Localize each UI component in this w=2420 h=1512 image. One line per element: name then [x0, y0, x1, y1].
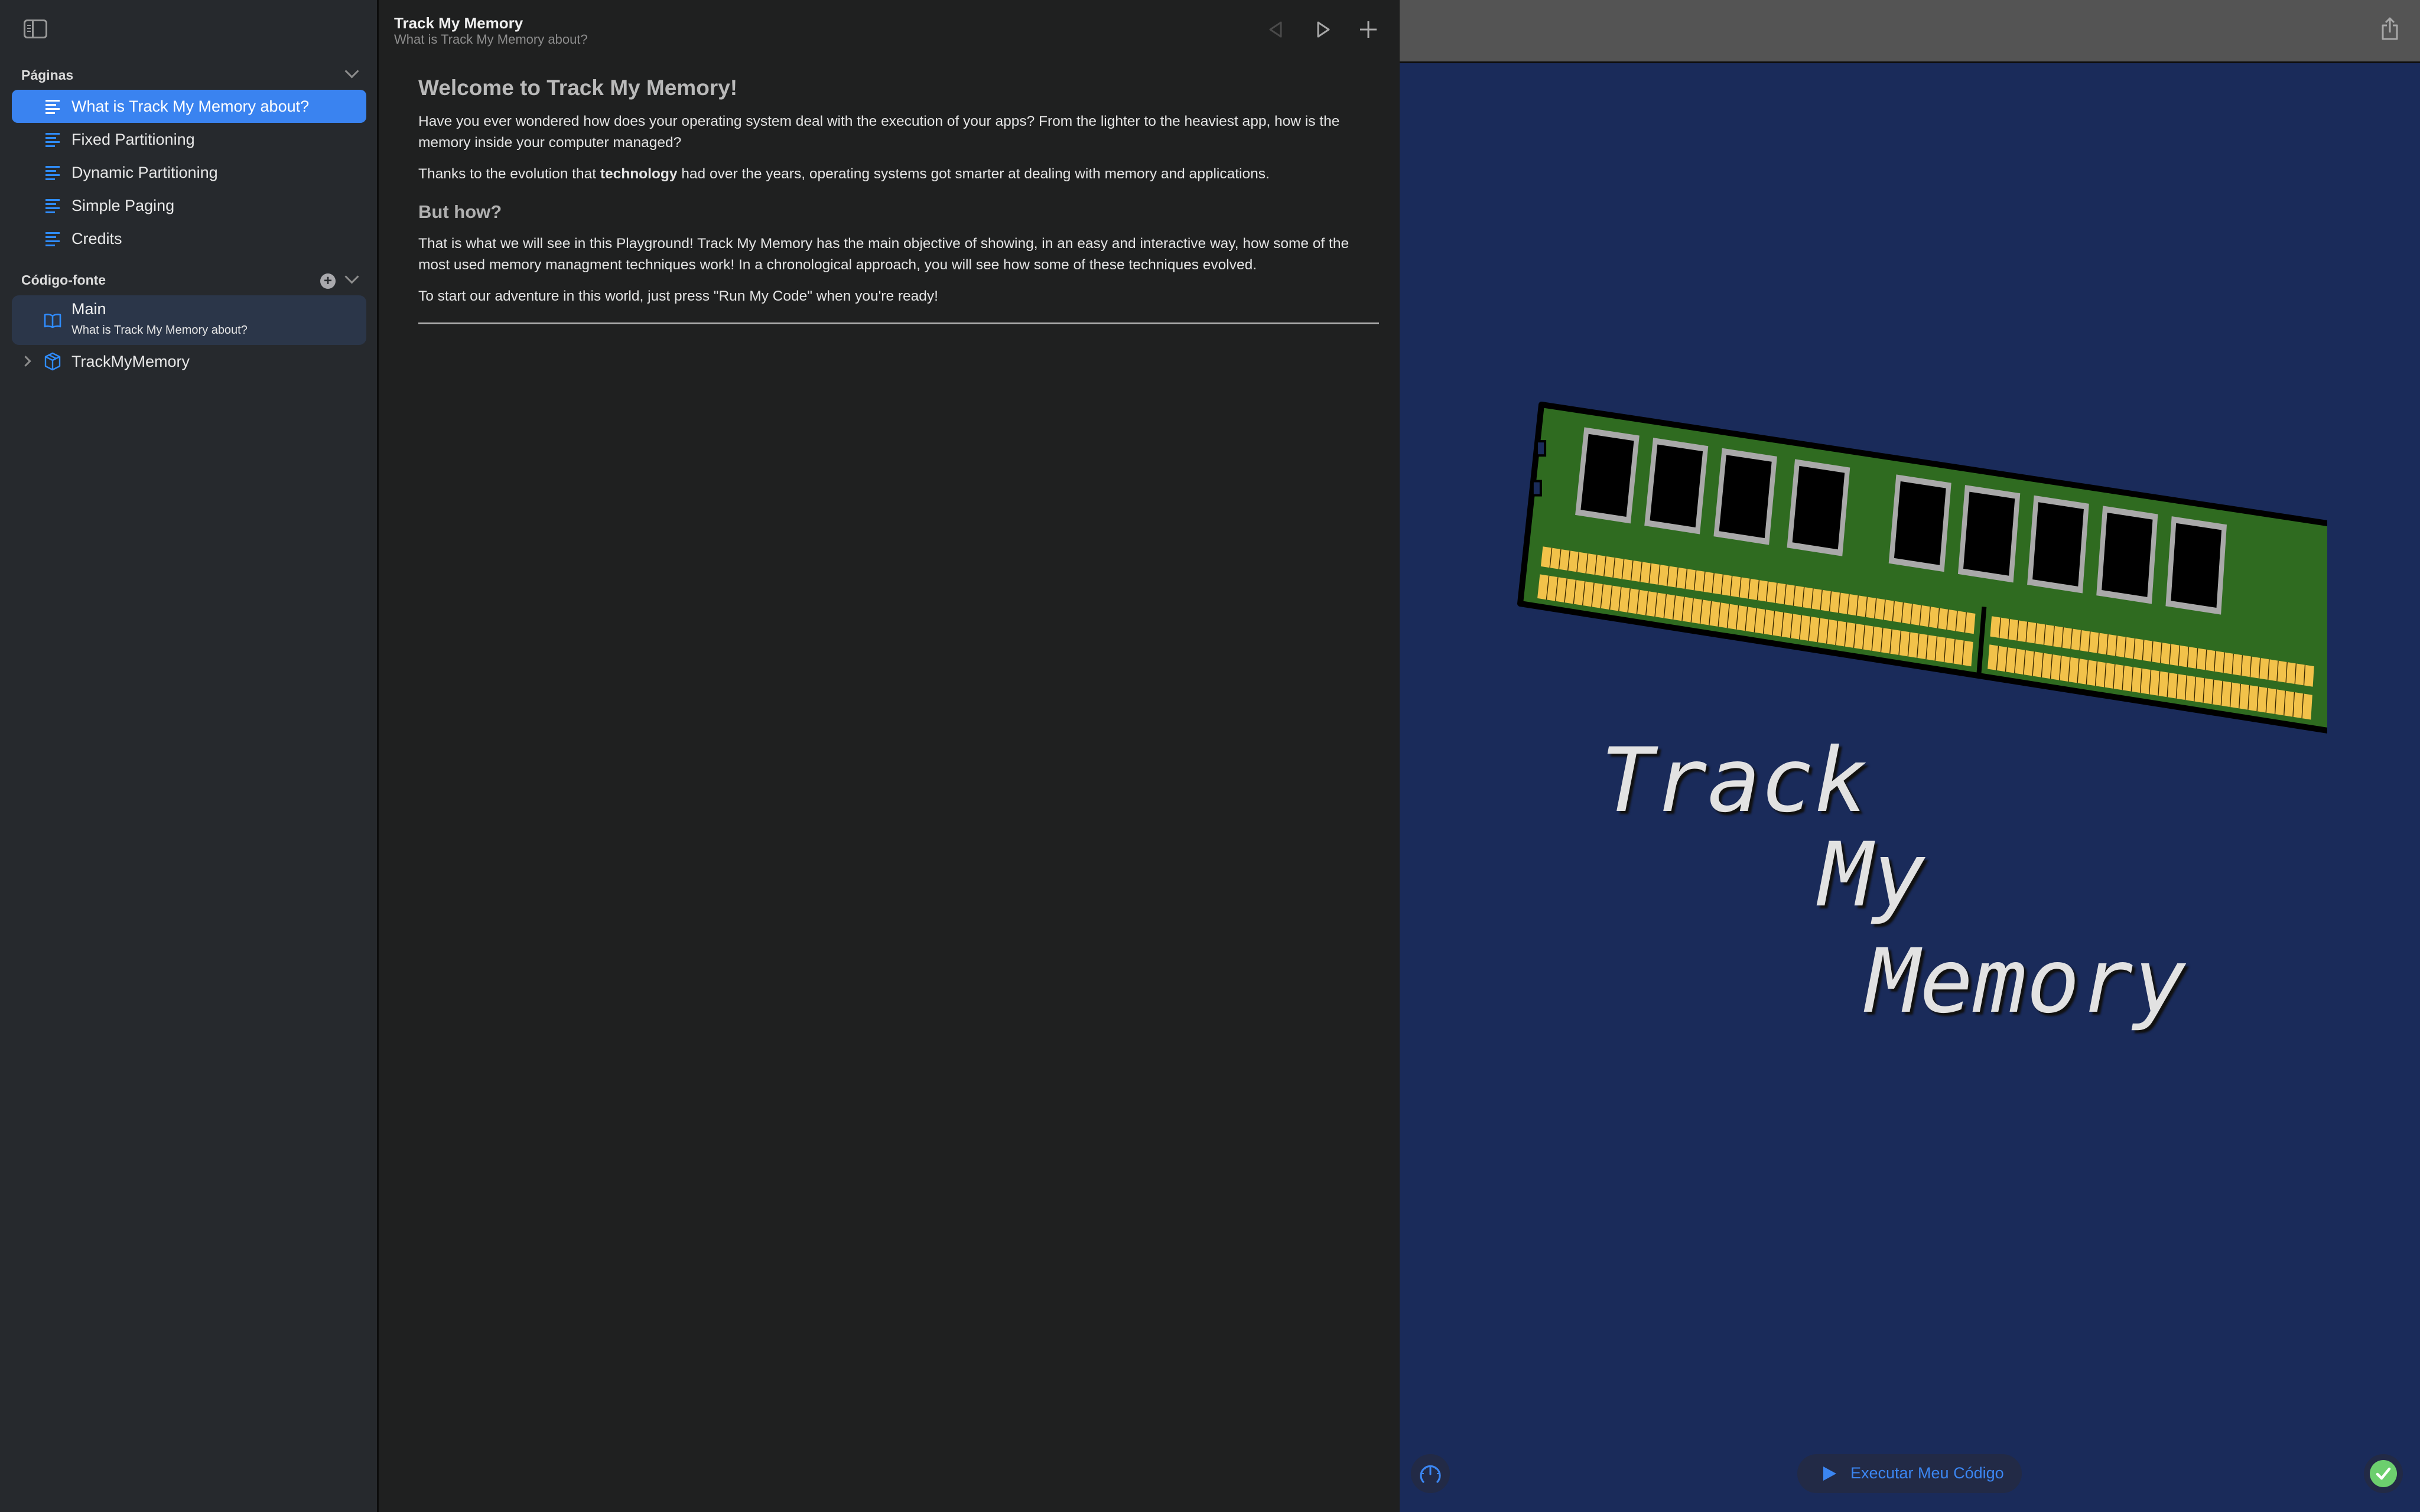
text-run: Thanks to the evolution that — [418, 166, 600, 182]
side-notch — [1536, 440, 1547, 457]
package-icon — [44, 352, 61, 371]
doc-paragraph: Have you ever wondered how does your ope… — [418, 113, 1340, 151]
doc-paragraph: That is what we will see in this Playgro… — [418, 236, 1349, 273]
play-icon — [1823, 1467, 1836, 1481]
run-button-label: Executar Meu Código — [1850, 1464, 2004, 1482]
memory-chip — [1963, 491, 2015, 576]
bold-text: technology — [600, 166, 678, 182]
window-subtitle: What is Track My Memory about? — [394, 32, 588, 47]
text-run: had over the years, operating systems go… — [677, 166, 1270, 182]
sidebar-item-label: Fixed Partitioning — [71, 130, 195, 148]
share-icon[interactable] — [2380, 17, 2399, 41]
memory-chip — [2032, 502, 2084, 586]
memory-chip — [1792, 465, 1845, 550]
previous-page-icon[interactable] — [1264, 18, 1288, 41]
source-item-subtitle: What is Track My Memory about? — [71, 324, 248, 337]
book-icon — [44, 314, 61, 328]
sidebar-item-what-is[interactable]: What is Track My Memory about? — [12, 90, 366, 123]
plus-icon[interactable] — [1357, 18, 1380, 41]
sidebar-item-label: Simple Paging — [71, 196, 175, 214]
doc-heading: But how? — [418, 201, 502, 222]
title-line-track: Track — [1601, 729, 1868, 832]
sidebar-item-fixed-partitioning[interactable]: Fixed Partitioning — [12, 123, 366, 156]
page-text-icon — [45, 198, 61, 213]
sidebar-item-simple-paging[interactable]: Simple Paging — [12, 189, 366, 222]
page-text-icon — [45, 132, 61, 147]
chevron-right-icon[interactable] — [20, 356, 31, 367]
sidebar: Páginas What is Track My Memory about? F… — [0, 0, 379, 1512]
live-view-toolbar — [1400, 0, 2420, 63]
source-item-label: Main — [71, 300, 106, 318]
checkmark-icon — [2370, 1460, 2397, 1487]
doc-paragraph: Thanks to the evolution that technology … — [418, 164, 1379, 185]
doc-paragraph: To start our adventure in this world, ju… — [418, 288, 938, 304]
source-item-label: TrackMyMemory — [71, 353, 190, 370]
sidebar-item-label: Credits — [71, 229, 122, 247]
add-source-button[interactable]: + — [320, 273, 336, 289]
section-header-pages: Páginas — [21, 67, 74, 83]
document-content: Welcome to Track My Memory! Have you eve… — [418, 76, 1379, 324]
memory-chip — [1580, 434, 1634, 517]
status-badge[interactable] — [2364, 1454, 2403, 1493]
section-header-source: Código-fonte — [21, 272, 106, 288]
speedometer-icon — [1420, 1465, 1441, 1483]
sidebar-item-label: What is Track My Memory about? — [71, 97, 310, 115]
ram-module-illustration — [1517, 402, 2327, 734]
sidebar-item-label: Dynamic Partitioning — [71, 163, 218, 181]
window-title: Track My Memory — [394, 14, 523, 32]
run-icon[interactable] — [1311, 18, 1335, 41]
memory-chip — [2102, 513, 2153, 597]
page-text-icon — [45, 99, 61, 114]
run-my-code-button[interactable]: Executar Meu Código — [1797, 1454, 2022, 1493]
chevron-down-icon[interactable] — [344, 64, 359, 79]
source-item-trackmymemory[interactable]: TrackMyMemory — [12, 345, 366, 378]
page-text-icon — [45, 231, 61, 246]
source-item-main[interactable]: Main What is Track My Memory about? — [12, 295, 366, 345]
doc-heading: Welcome to Track My Memory! — [418, 76, 738, 100]
sidebar-toggle-icon[interactable] — [24, 19, 47, 38]
speedometer-button[interactable] — [1411, 1454, 1450, 1493]
chevron-down-icon[interactable] — [344, 269, 359, 284]
memory-chip — [1894, 481, 1946, 565]
title-line-my: My — [1819, 824, 1926, 927]
editor-pane: Track My Memory What is Track My Memory … — [379, 0, 1399, 1512]
live-view: Track My Memory Executar Meu Código — [1400, 0, 2420, 1512]
memory-chip — [1719, 455, 1772, 539]
divider — [418, 322, 1379, 324]
side-notch — [1531, 480, 1542, 497]
sidebar-item-dynamic-partitioning[interactable]: Dynamic Partitioning — [12, 156, 366, 189]
memory-chip — [1650, 444, 1703, 527]
title-line-memory: Memory — [1866, 930, 2187, 1033]
memory-chip — [2171, 523, 2222, 608]
sidebar-item-credits[interactable]: Credits — [12, 222, 366, 255]
page-text-icon — [45, 165, 61, 180]
